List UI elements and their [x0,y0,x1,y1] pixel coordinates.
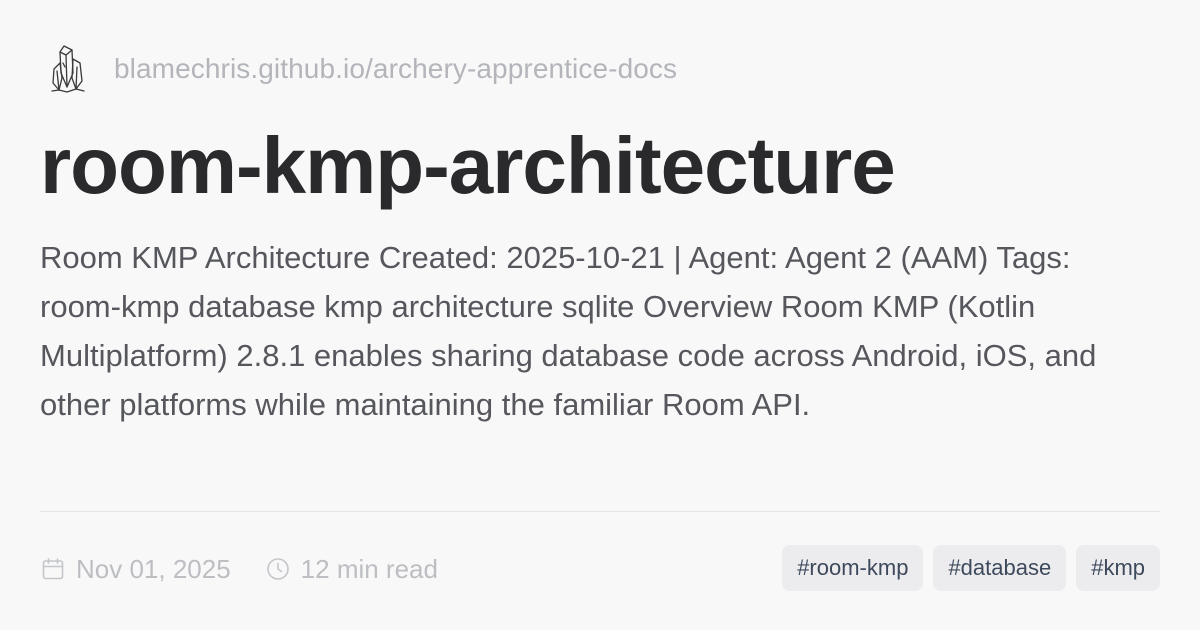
clock-icon [265,556,291,582]
publish-date: Nov 01, 2025 [40,554,231,585]
read-time-text: 12 min read [300,553,438,584]
tag-room-kmp[interactable]: #room-kmp [782,545,924,591]
calendar-icon [40,556,66,582]
page-title: room-kmp-architecture [40,121,896,210]
read-time: 12 min read [265,554,438,585]
site-url[interactable]: blamechris.github.io/archery-apprentice-… [114,53,677,85]
post-meta: Nov 01, 2025 12 min read [40,545,438,593]
crystal-logo-icon [48,42,88,96]
tag-kmp[interactable]: #kmp [1076,545,1160,591]
tag-list: #room-kmp #database #kmp [782,545,1160,591]
publish-date-text: Nov 01, 2025 [76,553,231,584]
page-description: Room KMP Architecture Created: 2025-10-2… [40,240,1097,422]
social-preview-card: blamechris.github.io/archery-apprentice-… [0,0,1200,630]
divider [40,511,1160,512]
site-header: blamechris.github.io/archery-apprentice-… [48,42,677,96]
tag-database[interactable]: #database [933,545,1067,591]
